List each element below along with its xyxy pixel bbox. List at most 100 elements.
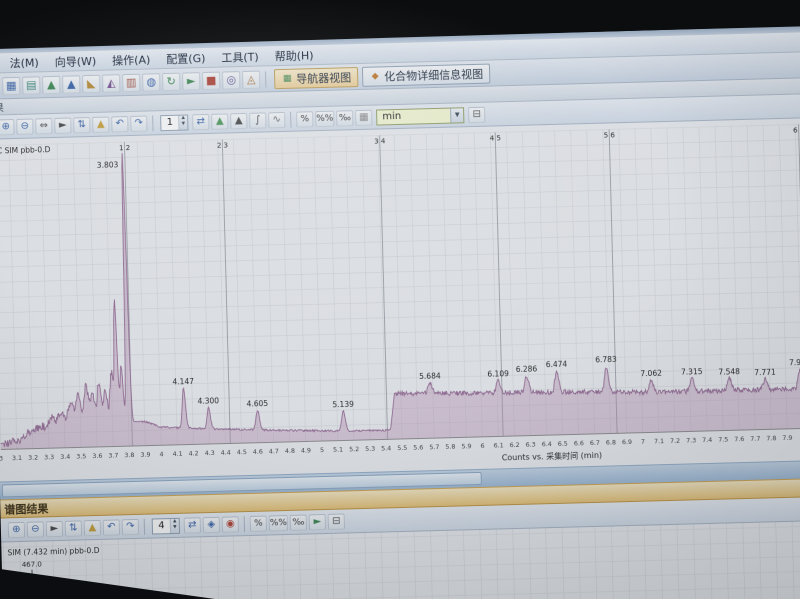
arrow-icon[interactable]: ► <box>308 513 327 530</box>
zoom-out-icon[interactable]: ⊖ <box>16 118 34 135</box>
x-tick-label: 4.5 <box>237 449 247 456</box>
segment-label: 5 6 <box>604 131 616 139</box>
percent-button[interactable]: ‰ <box>289 513 308 531</box>
segment-label: 1 2 <box>119 144 130 152</box>
x-tick-label: 5 <box>320 447 324 454</box>
pointer-icon[interactable]: ► <box>45 520 64 537</box>
spinner-down-icon[interactable]: ▼ <box>173 525 177 531</box>
peak-up-dark-icon[interactable]: ▲ <box>230 112 248 129</box>
percent-button[interactable]: % <box>249 515 268 532</box>
spinner-up-icon[interactable]: ▲ <box>173 519 177 525</box>
menu-item-method[interactable]: 法(M) <box>2 52 46 73</box>
report-icon[interactable]: ▥ <box>122 73 141 92</box>
navigator-view-button[interactable]: ▦ 导航器视图 <box>273 66 359 89</box>
search-icon[interactable]: ◎ <box>221 70 241 90</box>
segment-label: 3 4 <box>374 137 386 145</box>
menu-item-actions[interactable]: 操作(A) <box>105 49 158 70</box>
x-tick-label: 7.1 <box>654 438 664 445</box>
autoscale-icon[interactable]: ⇅ <box>73 116 91 133</box>
x-tick-label: 7.5 <box>718 436 728 443</box>
undo-icon[interactable]: ↶ <box>111 115 129 132</box>
x-tick-label: 6.9 <box>622 439 632 446</box>
x-tick-label: 4.4 <box>221 449 231 456</box>
overlay-icon[interactable]: ⇄ <box>183 516 202 534</box>
x-tick-label: 5.8 <box>445 444 455 451</box>
pin-icon[interactable]: ◉ <box>221 515 240 533</box>
menu-item-help[interactable]: 帮助(H) <box>267 44 320 65</box>
method-editor-icon[interactable]: ▤ <box>22 75 41 95</box>
x-tick-label: 5.6 <box>413 444 423 451</box>
tag-icon[interactable]: ◈ <box>202 516 221 533</box>
x-tick-label: 4.6 <box>253 449 263 456</box>
toolbar-separator <box>143 518 146 535</box>
x-tick-label: 5.4 <box>381 445 391 452</box>
molecule-icon[interactable]: ◬ <box>241 70 261 89</box>
zoom-in-icon[interactable]: ⊕ <box>0 118 15 135</box>
x-tick-label: 5.5 <box>397 445 407 452</box>
x-tick-label: 3.9 <box>140 452 150 459</box>
x-tick-label: 6 <box>480 443 484 450</box>
peak-up-green-icon[interactable]: ▲ <box>211 112 229 130</box>
worklist-icon[interactable]: ▦ <box>2 76 21 95</box>
x-tick-label: 4.1 <box>172 451 182 458</box>
pan-icon[interactable]: ⇔ <box>35 117 53 134</box>
percent-button[interactable]: ‰ <box>336 109 354 127</box>
chromatogram-plot[interactable]: 1 22 33 44 55 66 73.8034.1474.3004.6055.… <box>0 117 800 482</box>
pointer-icon[interactable]: ► <box>54 117 72 134</box>
stop-icon[interactable]: ■ <box>201 71 221 90</box>
peak-label: 6.783 <box>595 355 617 365</box>
slash-x-icon[interactable]: ∫ <box>249 111 267 129</box>
slash-z-icon[interactable]: ∿ <box>268 111 286 128</box>
x-tick-label: 6.2 <box>510 442 520 449</box>
compound-detail-icon: ◆ <box>371 70 379 82</box>
menu-item-tools[interactable]: 工具(T) <box>214 46 266 67</box>
refresh-icon[interactable]: ↻ <box>161 72 181 91</box>
signal-index-spinner[interactable]: 1 ▲ ▼ <box>160 113 189 131</box>
percent-button[interactable]: % <box>296 110 314 128</box>
print-icon[interactable]: ⊟ <box>468 106 486 123</box>
percent-button[interactable]: %% <box>315 110 335 127</box>
chevron-down-icon[interactable]: ▼ <box>450 107 464 123</box>
peak-label: 6.109 <box>487 369 509 379</box>
unit-select[interactable]: min ▼ <box>376 106 465 126</box>
peak-label: 4.147 <box>172 377 194 387</box>
menu-item-configure[interactable]: 配置(G) <box>159 47 213 68</box>
autoscale-icon[interactable]: ⇅ <box>64 519 83 537</box>
calibration-icon[interactable]: ◣ <box>82 74 101 93</box>
zoom-in-icon[interactable]: ⊕ <box>7 521 26 538</box>
x-tick-label: 4.2 <box>189 450 199 457</box>
redo-icon[interactable]: ↷ <box>130 115 148 132</box>
print-icon[interactable]: ⊟ <box>327 513 346 530</box>
fill-peak-icon[interactable]: ▲ <box>83 519 102 536</box>
navigator-view-icon: ▦ <box>282 73 292 84</box>
undo-icon[interactable]: ↶ <box>102 518 121 536</box>
peak-integrate-icon[interactable]: ◭ <box>102 73 121 93</box>
run-icon[interactable]: ► <box>181 71 201 91</box>
chrom-toolbar-icons-right: ▦ <box>354 109 373 126</box>
compound-detail-view-button[interactable]: ◆ 化合物详细信息视图 <box>361 63 491 87</box>
zoom-out-icon[interactable]: ⊖ <box>26 520 45 538</box>
chrom-toolbar-icons-mid: ⇄ ▲ ▲ ∫ ∿ <box>191 111 286 130</box>
globe-icon[interactable]: ◍ <box>142 72 161 92</box>
x-tick-label: 4.9 <box>301 447 311 454</box>
x-tick-label: 6.1 <box>493 442 503 449</box>
spec-toolbar-icons-end: ► ⊟ <box>308 513 346 530</box>
peak-label: 7.062 <box>640 369 662 379</box>
redo-icon[interactable]: ↷ <box>121 518 140 535</box>
menu-item-wizard[interactable]: 向导(W) <box>47 50 103 71</box>
chrom-toolbar-icons-left: ⊕ ⊖ ⇔ ► ⇅ ▲ ↶ ↷ <box>0 115 149 135</box>
x-tick-label: 6.4 <box>542 441 552 448</box>
fill-peak-icon[interactable]: ▲ <box>92 116 110 133</box>
x-tick-label: 5.9 <box>461 443 471 450</box>
chromatogram-icon[interactable]: ▲ <box>42 75 61 94</box>
grid-icon[interactable]: ▦ <box>355 109 373 126</box>
overlay-icon[interactable]: ⇄ <box>192 113 210 130</box>
spinner-up-icon[interactable]: ▲ <box>181 116 185 122</box>
spectrum-icon[interactable]: ▲ <box>62 74 81 94</box>
x-tick-label: 4.3 <box>205 450 215 457</box>
spectrum-index-spinner[interactable]: 4 ▲ ▼ <box>151 517 181 535</box>
toolbar-separator <box>243 515 246 532</box>
peak-label: 6.474 <box>546 360 568 370</box>
spinner-down-icon[interactable]: ▼ <box>182 122 186 128</box>
percent-button[interactable]: %% <box>268 514 289 531</box>
